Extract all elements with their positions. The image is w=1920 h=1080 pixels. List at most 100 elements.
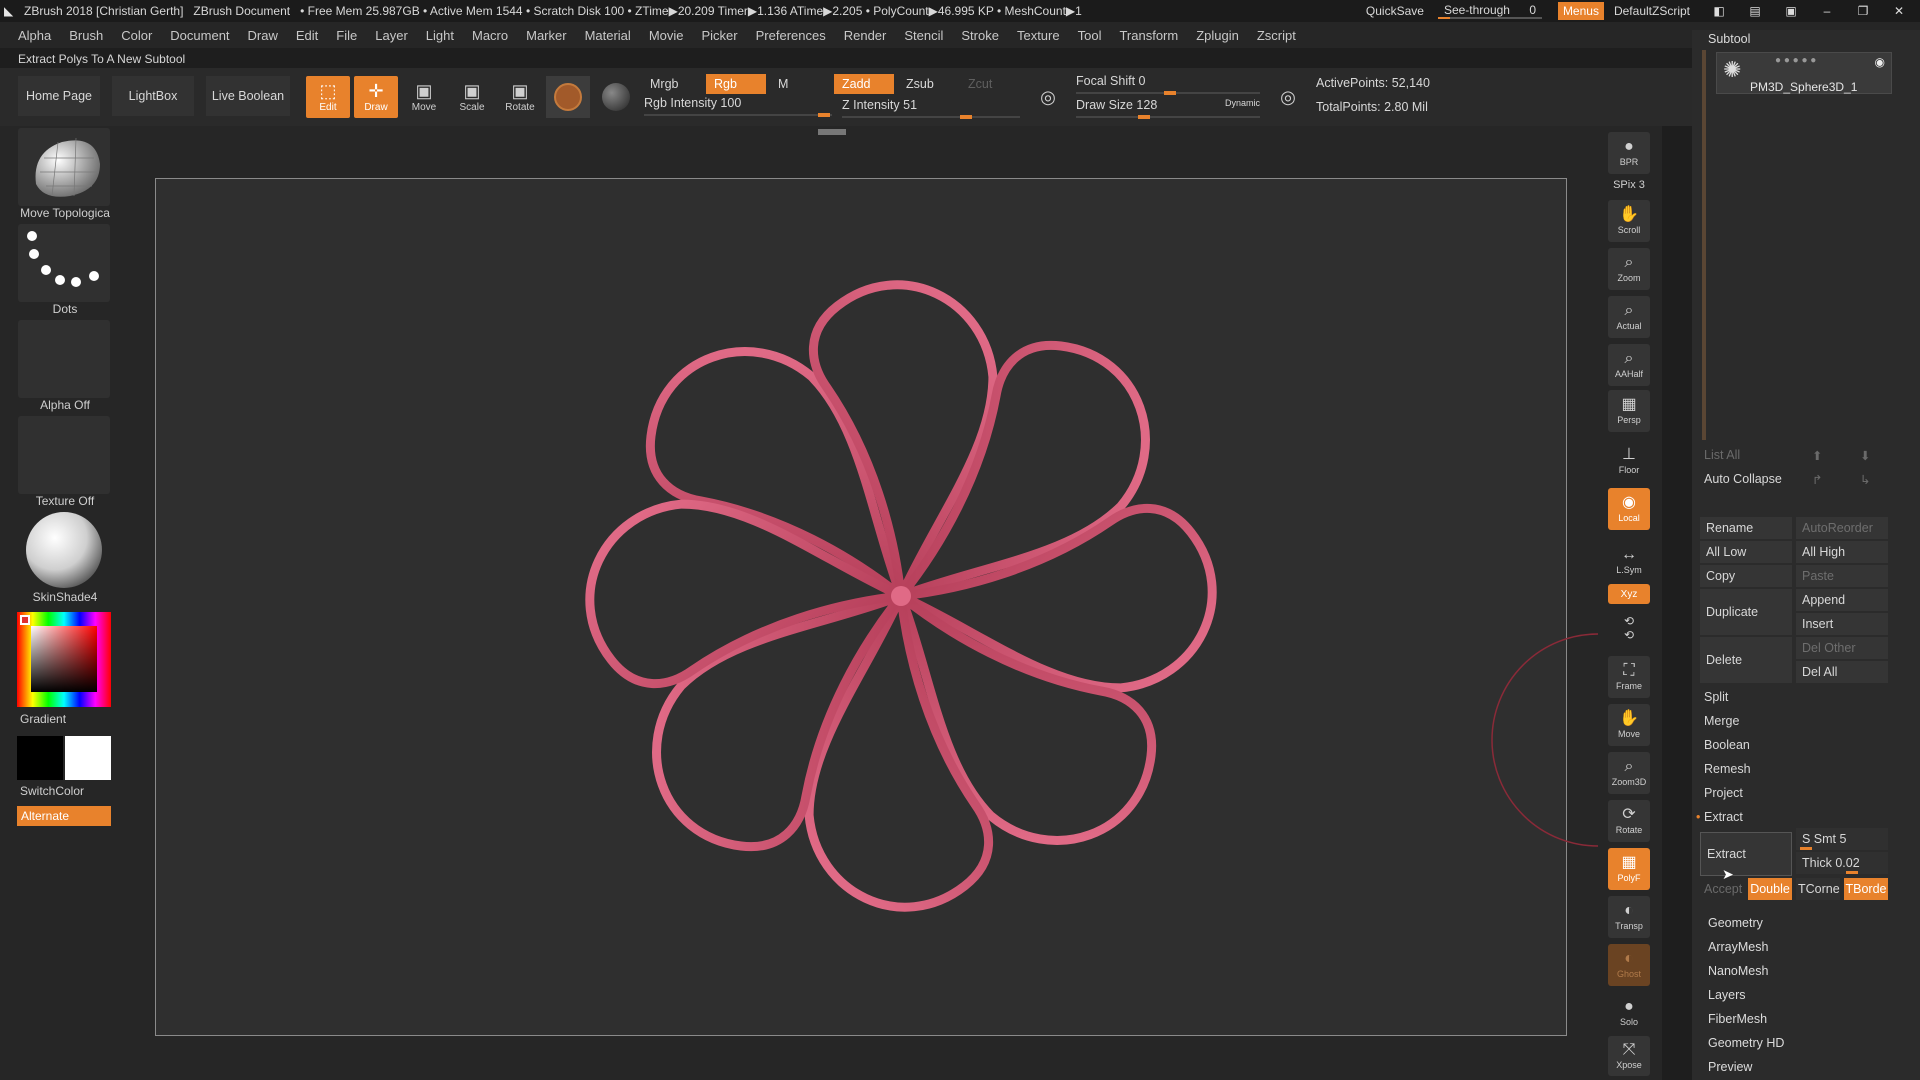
arraymesh-panel[interactable]: ArrayMesh xyxy=(1708,940,1768,954)
remesh-subpalette[interactable]: Remesh xyxy=(1704,762,1751,776)
ghost-button[interactable]: ◐ Ghost xyxy=(1608,944,1650,986)
zoom-button[interactable]: ⌕ Zoom xyxy=(1608,248,1650,290)
insert-button[interactable]: Insert xyxy=(1796,613,1888,635)
menu-edit[interactable]: Edit xyxy=(296,28,318,43)
material-thumbnail[interactable] xyxy=(18,512,110,590)
auto-collapse-button[interactable]: Auto Collapse xyxy=(1704,472,1782,486)
texture-thumbnail[interactable] xyxy=(18,416,110,494)
zadd-button[interactable]: Zadd xyxy=(834,74,894,94)
move3d-button[interactable]: ✋ Move xyxy=(1608,704,1650,746)
lock-icon[interactable]: ▣ xyxy=(1780,4,1802,18)
panel-scrollbar[interactable] xyxy=(1702,50,1706,440)
menu-render[interactable]: Render xyxy=(844,28,887,43)
local-button[interactable]: ◉ Local xyxy=(1608,488,1650,530)
split-subpalette[interactable]: Split xyxy=(1704,690,1728,704)
brush-thumbnail[interactable] xyxy=(18,128,110,206)
quicksave-button[interactable]: QuickSave xyxy=(1366,4,1424,18)
preview-panel[interactable]: Preview xyxy=(1708,1060,1752,1074)
live-boolean-button[interactable]: Live Boolean xyxy=(206,76,290,116)
alternate-button[interactable]: Alternate xyxy=(17,806,111,826)
gradient-label[interactable]: Gradient xyxy=(20,712,114,726)
draw-mode-button[interactable]: ✛ Draw xyxy=(354,76,398,118)
all-high-button[interactable]: All High xyxy=(1796,541,1888,563)
layout-icon[interactable]: ▤ xyxy=(1744,4,1766,18)
move-up-icon[interactable]: ↱ xyxy=(1812,472,1822,487)
z-intensity-slider[interactable]: Z Intensity 51 xyxy=(842,98,1020,119)
actual-button[interactable]: ⌕ Actual xyxy=(1608,296,1650,338)
rotate3d-button[interactable]: ⟳ Rotate xyxy=(1608,800,1650,842)
switch-color-button[interactable]: SwitchColor xyxy=(20,784,114,798)
m-button[interactable]: M xyxy=(770,74,810,94)
menu-zplugin[interactable]: Zplugin xyxy=(1196,28,1239,43)
zsub-button[interactable]: Zsub xyxy=(898,74,958,94)
nanomesh-panel[interactable]: NanoMesh xyxy=(1708,964,1768,978)
geometry-hd-panel[interactable]: Geometry HD xyxy=(1708,1036,1784,1050)
scroll-button[interactable]: ✋ Scroll xyxy=(1608,200,1650,242)
menu-preferences[interactable]: Preferences xyxy=(756,28,826,43)
menu-draw[interactable]: Draw xyxy=(248,28,278,43)
polyf-button[interactable]: ▦ PolyF xyxy=(1608,848,1650,890)
extract-subpalette[interactable]: Extract xyxy=(1704,810,1743,824)
minimize-icon[interactable]: – xyxy=(1816,4,1838,18)
del-all-button[interactable]: Del All xyxy=(1796,661,1888,683)
list-all-button[interactable]: List All xyxy=(1704,448,1740,462)
bpr-button[interactable]: ● BPR xyxy=(1608,132,1650,174)
fibermesh-panel[interactable]: FiberMesh xyxy=(1708,1012,1767,1026)
lsym-button[interactable]: ↔ L.Sym xyxy=(1608,540,1650,582)
scale-mode-button[interactable]: ▣ Scale xyxy=(450,76,494,118)
menu-movie[interactable]: Movie xyxy=(649,28,684,43)
paste-button[interactable]: Paste xyxy=(1796,565,1888,587)
canvas-scroll-handle[interactable] xyxy=(818,129,846,135)
draw-size-icon-button[interactable]: ◎ xyxy=(1270,80,1306,116)
see-through-slider[interactable]: See-through 0 xyxy=(1437,3,1542,19)
accept-button[interactable]: Accept xyxy=(1704,882,1742,896)
menu-layer[interactable]: Layer xyxy=(375,28,408,43)
menu-texture[interactable]: Texture xyxy=(1017,28,1060,43)
floor-button[interactable]: ⊥ Floor xyxy=(1608,440,1650,482)
alpha-thumbnail[interactable] xyxy=(18,320,110,398)
menu-marker[interactable]: Marker xyxy=(526,28,566,43)
transp-button[interactable]: ◐ Transp xyxy=(1608,896,1650,938)
draw-size-slider[interactable]: Draw Size 128 Dynamic xyxy=(1076,98,1260,119)
mrgb-button[interactable]: Mrgb xyxy=(642,74,702,94)
subtool-panel-title[interactable]: Subtool xyxy=(1708,32,1750,46)
move-up-arrow-icon[interactable]: ⬆ xyxy=(1812,448,1822,463)
solo-button[interactable]: ● Solo xyxy=(1608,992,1650,1034)
geometry-panel[interactable]: Geometry xyxy=(1708,916,1763,930)
del-other-button[interactable]: Del Other xyxy=(1796,637,1888,659)
xyz-button[interactable]: Xyz xyxy=(1608,584,1650,604)
menu-file[interactable]: File xyxy=(336,28,357,43)
focal-shift-slider[interactable]: Focal Shift 0 xyxy=(1076,74,1260,95)
tborde-toggle[interactable]: TBorde xyxy=(1844,878,1888,900)
xpose-button[interactable]: ⤧ Xpose xyxy=(1608,1036,1650,1076)
menus-toggle[interactable]: Menus xyxy=(1557,2,1604,20)
menu-material[interactable]: Material xyxy=(585,28,631,43)
lightbox-button[interactable]: LightBox xyxy=(112,76,194,116)
help-icon[interactable]: ◧ xyxy=(1708,4,1730,18)
menu-brush[interactable]: Brush xyxy=(69,28,103,43)
menu-light[interactable]: Light xyxy=(426,28,454,43)
close-icon[interactable]: ✕ xyxy=(1888,4,1910,18)
auto-reorder-button[interactable]: AutoReorder xyxy=(1796,517,1888,539)
primary-color-swatch[interactable] xyxy=(65,736,111,780)
tcorne-toggle[interactable]: TCorne xyxy=(1796,878,1840,900)
dynamic-label[interactable]: Dynamic xyxy=(1225,98,1260,108)
frame-button[interactable]: ⛶ Frame xyxy=(1608,656,1650,698)
restore-icon[interactable]: ❐ xyxy=(1852,4,1874,18)
persp-button[interactable]: ▦ Persp xyxy=(1608,390,1650,432)
menu-macro[interactable]: Macro xyxy=(472,28,508,43)
menu-tool[interactable]: Tool xyxy=(1078,28,1102,43)
move-mode-button[interactable]: ▣ Move xyxy=(402,76,446,118)
s-smt-slider[interactable]: S Smt 5 xyxy=(1796,828,1888,850)
menu-picker[interactable]: Picker xyxy=(702,28,738,43)
copy-button[interactable]: Copy xyxy=(1700,565,1792,587)
rgb-intensity-slider[interactable]: Rgb Intensity 100 xyxy=(644,96,832,117)
move-down-icon[interactable]: ↳ xyxy=(1860,472,1870,487)
color-mode-button[interactable] xyxy=(594,76,638,118)
rotate-mode-button[interactable]: ▣ Rotate xyxy=(498,76,542,118)
layers-panel[interactable]: Layers xyxy=(1708,988,1746,1002)
move-down-arrow-icon[interactable]: ⬇ xyxy=(1860,448,1870,463)
document-canvas[interactable] xyxy=(155,178,1567,1036)
duplicate-button[interactable]: Duplicate xyxy=(1700,589,1792,635)
project-subpalette[interactable]: Project xyxy=(1704,786,1743,800)
